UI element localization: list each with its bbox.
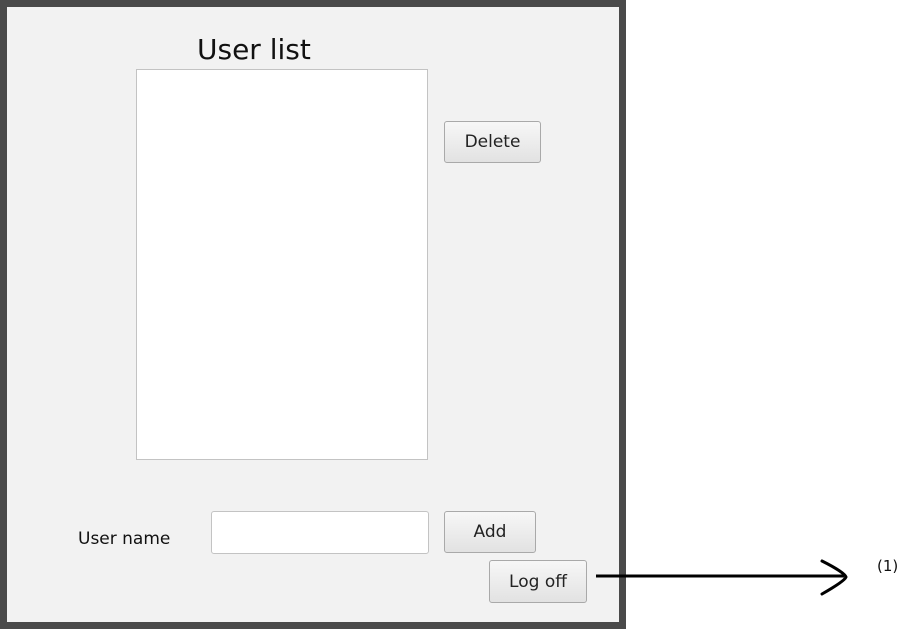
- delete-button[interactable]: Delete: [444, 121, 541, 163]
- screenshot-stage: User list Delete User name Add Log off (…: [0, 0, 908, 629]
- username-label: User name: [78, 529, 171, 549]
- page-title: User list: [197, 33, 311, 66]
- user-list-window: User list Delete User name Add Log off: [0, 0, 626, 629]
- username-input[interactable]: [211, 511, 429, 554]
- callout-arrow-head-icon: [820, 559, 848, 596]
- logoff-button[interactable]: Log off: [489, 560, 587, 603]
- user-listbox[interactable]: [136, 69, 428, 460]
- add-button[interactable]: Add: [444, 511, 536, 553]
- callout-label: (1): [877, 557, 899, 575]
